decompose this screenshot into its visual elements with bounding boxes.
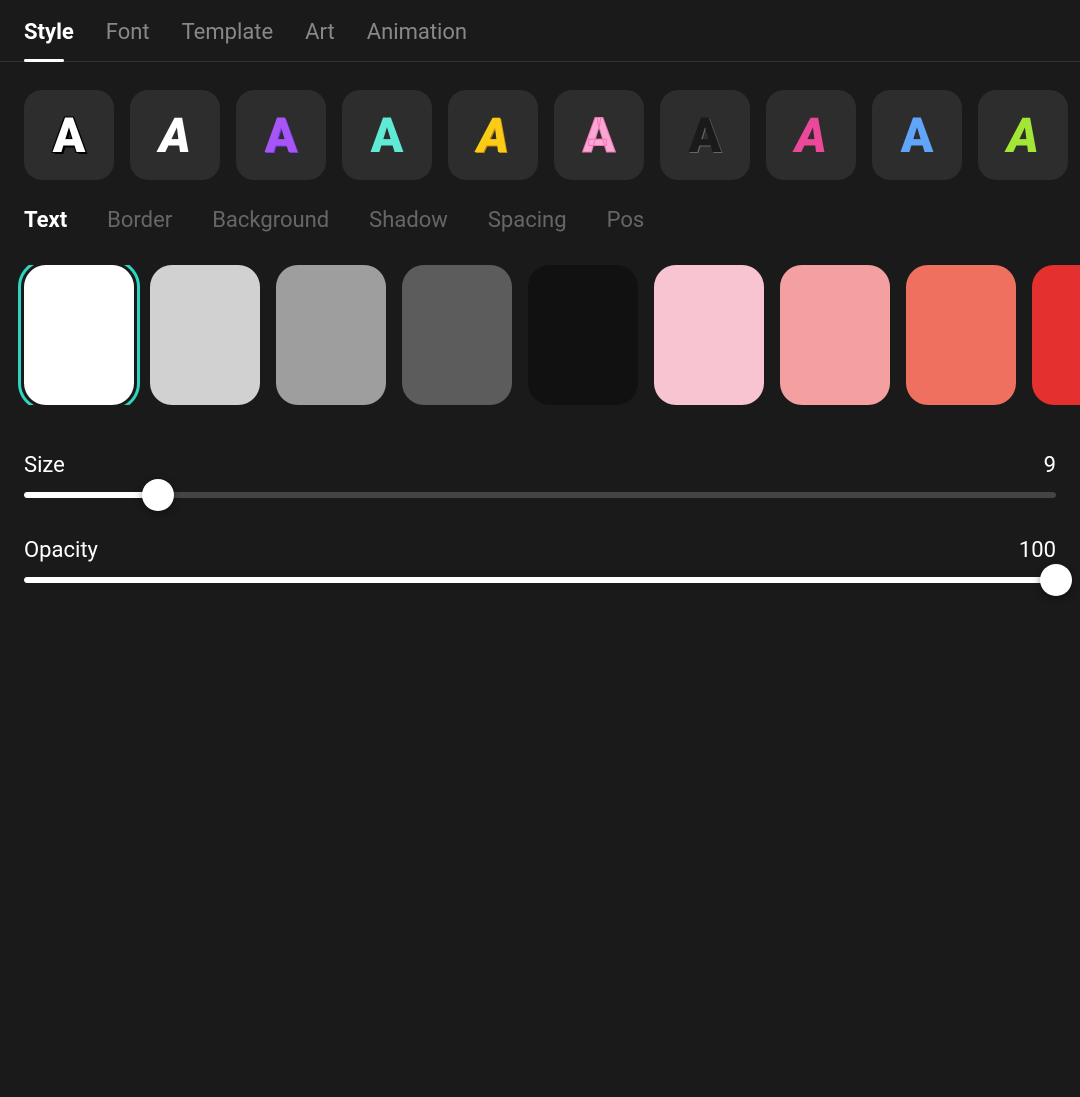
color-swatch-swatch-midgray[interactable] bbox=[276, 265, 386, 405]
preset-letter: A bbox=[159, 107, 191, 164]
style-preset-preset-1[interactable]: A bbox=[24, 90, 114, 180]
size-slider-thumb[interactable] bbox=[142, 479, 174, 511]
preset-letter: A bbox=[53, 107, 86, 164]
opacity-slider-thumb[interactable] bbox=[1040, 564, 1072, 596]
color-swatch-swatch-lightpink[interactable] bbox=[654, 265, 764, 405]
preset-letter: A bbox=[689, 107, 722, 164]
color-swatch-swatch-coral[interactable] bbox=[906, 265, 1016, 405]
style-preset-preset-9[interactable]: A bbox=[872, 90, 962, 180]
preset-letter: A bbox=[477, 107, 509, 164]
preset-letter: A bbox=[583, 107, 616, 164]
color-swatch-swatch-black[interactable] bbox=[528, 265, 638, 405]
tab-font[interactable]: Font bbox=[106, 20, 150, 61]
color-swatch-swatch-darkgray[interactable] bbox=[402, 265, 512, 405]
sub-tab-pos[interactable]: Pos bbox=[607, 208, 645, 237]
style-preset-preset-5[interactable]: A bbox=[448, 90, 538, 180]
top-navigation: Style Font Template Art Animation bbox=[0, 0, 1080, 62]
size-slider-track[interactable] bbox=[24, 492, 1056, 498]
opacity-label: Opacity bbox=[24, 538, 98, 563]
preset-letter: A bbox=[1007, 107, 1039, 164]
size-slider-section: Size 9 bbox=[0, 453, 1080, 498]
size-value: 9 bbox=[1044, 453, 1056, 478]
opacity-slider-track[interactable] bbox=[24, 577, 1056, 583]
style-preset-preset-7[interactable]: A bbox=[660, 90, 750, 180]
sub-tab-shadow[interactable]: Shadow bbox=[369, 208, 448, 237]
preset-letter: A bbox=[901, 107, 934, 164]
style-presets-row: AAAAAAAAAA bbox=[0, 62, 1080, 208]
size-slider-fill bbox=[24, 492, 158, 498]
sub-navigation: Text Border Background Shadow Spacing Pos bbox=[0, 208, 1080, 237]
color-swatch-swatch-lightgray[interactable] bbox=[150, 265, 260, 405]
style-preset-preset-3[interactable]: A bbox=[236, 90, 326, 180]
sub-tab-border[interactable]: Border bbox=[107, 208, 172, 237]
tab-template[interactable]: Template bbox=[182, 20, 274, 61]
sub-tab-text[interactable]: Text bbox=[24, 208, 67, 237]
preset-letter: A bbox=[371, 107, 404, 164]
color-swatch-swatch-white[interactable] bbox=[24, 265, 134, 405]
tab-style[interactable]: Style bbox=[24, 20, 74, 61]
opacity-slider-fill bbox=[24, 577, 1056, 583]
tab-art[interactable]: Art bbox=[305, 20, 335, 61]
color-swatch-swatch-red[interactable] bbox=[1032, 265, 1080, 405]
tab-animation[interactable]: Animation bbox=[367, 20, 467, 61]
preset-letter: A bbox=[795, 107, 827, 164]
sub-tab-spacing[interactable]: Spacing bbox=[488, 208, 567, 237]
opacity-slider-section: Opacity 100 bbox=[0, 538, 1080, 583]
sub-tab-background[interactable]: Background bbox=[212, 208, 329, 237]
color-swatches-row bbox=[0, 265, 1080, 405]
style-preset-preset-10[interactable]: A bbox=[978, 90, 1068, 180]
color-swatch-swatch-salmon[interactable] bbox=[780, 265, 890, 405]
style-preset-preset-8[interactable]: A bbox=[766, 90, 856, 180]
style-preset-preset-4[interactable]: A bbox=[342, 90, 432, 180]
preset-letter: A bbox=[265, 107, 298, 164]
size-label: Size bbox=[24, 453, 65, 478]
style-preset-preset-2[interactable]: A bbox=[130, 90, 220, 180]
opacity-value: 100 bbox=[1019, 538, 1056, 563]
style-preset-preset-6[interactable]: A bbox=[554, 90, 644, 180]
